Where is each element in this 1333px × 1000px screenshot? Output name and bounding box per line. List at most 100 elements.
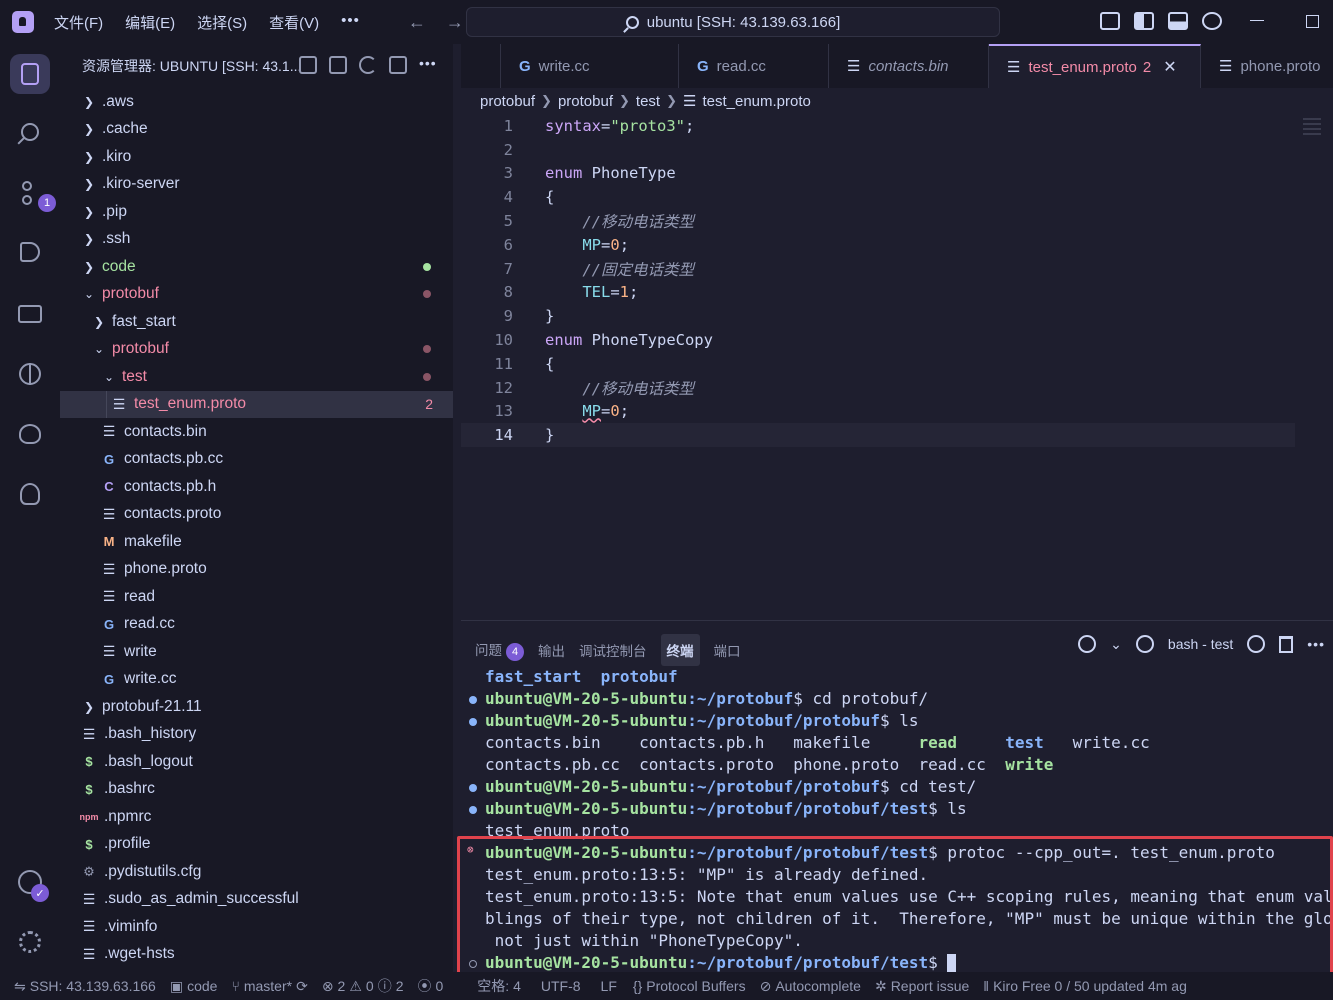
tab-output[interactable]: 输出 — [538, 634, 565, 666]
ghost-button[interactable] — [10, 474, 50, 514]
tree-file[interactable]: ☰ phone.proto — [60, 556, 453, 584]
breadcrumb-item[interactable]: protobuf — [480, 93, 535, 110]
back-arrow-icon[interactable]: ← — [408, 12, 426, 33]
search-button[interactable] — [10, 112, 50, 152]
autocomplete-status[interactable]: ⊘ Autocomplete — [760, 978, 861, 995]
tree-file[interactable]: ☰ .wget-hsts — [60, 941, 453, 969]
menu-view[interactable]: 查看(V) — [269, 12, 319, 33]
terminal-name[interactable]: bash - test — [1168, 636, 1233, 652]
minimap[interactable] — [1303, 118, 1321, 138]
customize-layout-icon[interactable] — [1100, 12, 1120, 30]
source-control-button[interactable]: 1 — [10, 172, 56, 212]
tree-label: .wget-hsts — [104, 945, 175, 963]
tab-phone-proto[interactable]: ☰ phone.proto — [1201, 44, 1333, 88]
tree-file[interactable]: ☰ .bash_history — [60, 721, 453, 749]
tree-folder[interactable]: ❯ .pip — [60, 198, 453, 226]
minimize-button[interactable] — [1250, 20, 1264, 21]
tree-folder[interactable]: ❯ code — [60, 253, 453, 281]
tree-file[interactable]: $ .bash_logout — [60, 748, 453, 776]
tree-file[interactable]: Gwrite.cc — [60, 666, 453, 694]
indentation[interactable]: 空格: 4 — [477, 976, 521, 996]
command-center[interactable]: ubuntu [SSH: 43.139.63.166] — [466, 7, 1000, 37]
chevron-right-icon: ❯ — [83, 94, 95, 109]
remote-indicator[interactable]: ⇋ SSH: 43.139.63.166 — [14, 978, 156, 995]
tree-folder[interactable]: ❯ fast_start — [60, 308, 453, 336]
breadcrumb-item[interactable]: test — [636, 93, 660, 110]
tree-file[interactable]: $ .profile — [60, 831, 453, 859]
tab-read-cc[interactable]: Gread.cc — [679, 44, 829, 88]
split-terminal-icon[interactable] — [1247, 635, 1266, 653]
file-lines-icon: ☰ — [847, 58, 861, 75]
tab-debug-console[interactable]: 调试控制台 — [579, 634, 647, 666]
kiro-button[interactable] — [10, 414, 50, 454]
tree-file[interactable]: ☰ .viminfo — [60, 913, 453, 941]
toggle-panel-icon[interactable] — [1168, 12, 1188, 30]
branch-indicator[interactable]: ⑂ master* ⟳ — [231, 978, 307, 995]
ports-indicator[interactable]: ⦿ 0 — [418, 976, 444, 996]
new-file-icon[interactable] — [299, 56, 317, 74]
tree-folder[interactable]: ❯ .ssh — [60, 226, 453, 254]
chat-icon[interactable] — [1202, 12, 1222, 30]
tree-file[interactable]: ☰ contacts.proto — [60, 501, 453, 529]
tab-write-cc[interactable]: Gwrite.cc — [501, 44, 679, 88]
remote-explorer-button[interactable] — [10, 294, 50, 334]
tree-file[interactable]: Mmakefile — [60, 528, 453, 556]
new-folder-icon[interactable] — [329, 56, 347, 74]
collapse-all-icon[interactable] — [389, 56, 407, 74]
tab-problems[interactable]: 问题 4 — [475, 633, 524, 667]
sync-icon[interactable]: ⟳ — [296, 978, 308, 995]
toggle-sidebar-icon[interactable] — [1134, 12, 1154, 30]
tree-folder[interactable]: ❯ .kiro-server — [60, 171, 453, 199]
menu-selection[interactable]: 选择(S) — [197, 12, 247, 33]
breadcrumb-item[interactable]: protobuf — [558, 93, 613, 110]
maximize-button[interactable] — [1306, 15, 1319, 28]
tree-file[interactable]: npm .npmrc — [60, 803, 453, 831]
explorer-button[interactable] — [10, 54, 50, 94]
language-mode[interactable]: {} Protocol Buffers — [633, 978, 746, 994]
menu-file[interactable]: 文件(F) — [54, 12, 103, 33]
panel-more-icon[interactable]: ••• — [1307, 636, 1325, 652]
tab-test-enum-proto[interactable]: ☰ test_enum.proto 2 ✕ — [989, 44, 1201, 88]
tree-file-selected[interactable]: ☰ test_enum.proto 2 — [60, 390, 453, 418]
report-issue[interactable]: ✲ Report issue — [875, 978, 969, 995]
menu-edit[interactable]: 编辑(E) — [125, 12, 175, 33]
tree-file[interactable]: $ .bashrc — [60, 776, 453, 804]
tree-file[interactable]: Gcontacts.pb.cc — [60, 446, 453, 474]
tab-terminal[interactable]: 终端 — [660, 634, 700, 666]
menu-more[interactable]: ••• — [341, 12, 360, 33]
account-button[interactable]: ✓ — [10, 862, 50, 902]
close-icon[interactable]: ✕ — [1163, 57, 1176, 77]
tree-folder[interactable]: ⌄ protobuf — [60, 281, 453, 309]
tree-file[interactable]: ☰ read — [60, 583, 453, 611]
encoding[interactable]: UTF-8 — [541, 978, 581, 994]
tree-folder[interactable]: ❯ .cache — [60, 116, 453, 144]
explorer-more-icon[interactable]: ••• — [419, 56, 441, 74]
tree-file[interactable]: ⚙ .pydistutils.cfg — [60, 858, 453, 886]
tree-file[interactable]: Ccontacts.pb.h — [60, 473, 453, 501]
settings-button[interactable] — [10, 922, 50, 962]
tree-folder[interactable]: ❯ .aws — [60, 88, 453, 116]
problems-indicator[interactable]: ⊗ 2 ⚠ 0 ⓘ 2 — [322, 976, 404, 996]
kiro-status[interactable]: ‖ Kiro Free 0 / 50 updated 4m ag — [983, 978, 1187, 994]
tree-file[interactable]: ☰ contacts.bin — [60, 418, 453, 446]
tree-file[interactable]: ☰ write — [60, 638, 453, 666]
tab-contacts-bin[interactable]: ☰ contacts.bin — [829, 44, 989, 88]
refresh-icon[interactable] — [359, 56, 377, 74]
tree-folder[interactable]: ⌄ protobuf — [60, 336, 453, 364]
tree-folder[interactable]: ❯ .kiro — [60, 143, 453, 171]
forward-arrow-icon[interactable]: → — [446, 12, 464, 33]
tree-folder[interactable]: ⌄ test — [60, 363, 453, 391]
extensions-button[interactable] — [10, 354, 50, 394]
tree-folder[interactable]: ❯ protobuf-21.11 — [60, 693, 453, 721]
run-debug-button[interactable] — [10, 232, 50, 272]
trash-icon[interactable] — [1279, 635, 1294, 653]
eol[interactable]: LF — [601, 978, 617, 994]
tree-file[interactable]: ☰ .sudo_as_admin_successful — [60, 886, 453, 914]
breadcrumb-item[interactable]: test_enum.proto — [702, 93, 810, 110]
chevron-down-icon[interactable]: ⌄ — [1110, 636, 1122, 653]
tab-ports[interactable]: 端口 — [714, 634, 741, 666]
new-terminal-icon[interactable] — [1078, 635, 1097, 653]
tree-file[interactable]: Gread.cc — [60, 611, 453, 639]
folder-indicator[interactable]: ▣ code — [170, 978, 218, 995]
code-editor[interactable]: 1 syntax="proto3"; 2 3 enum PhoneType 4{ 5… — [461, 114, 1333, 612]
